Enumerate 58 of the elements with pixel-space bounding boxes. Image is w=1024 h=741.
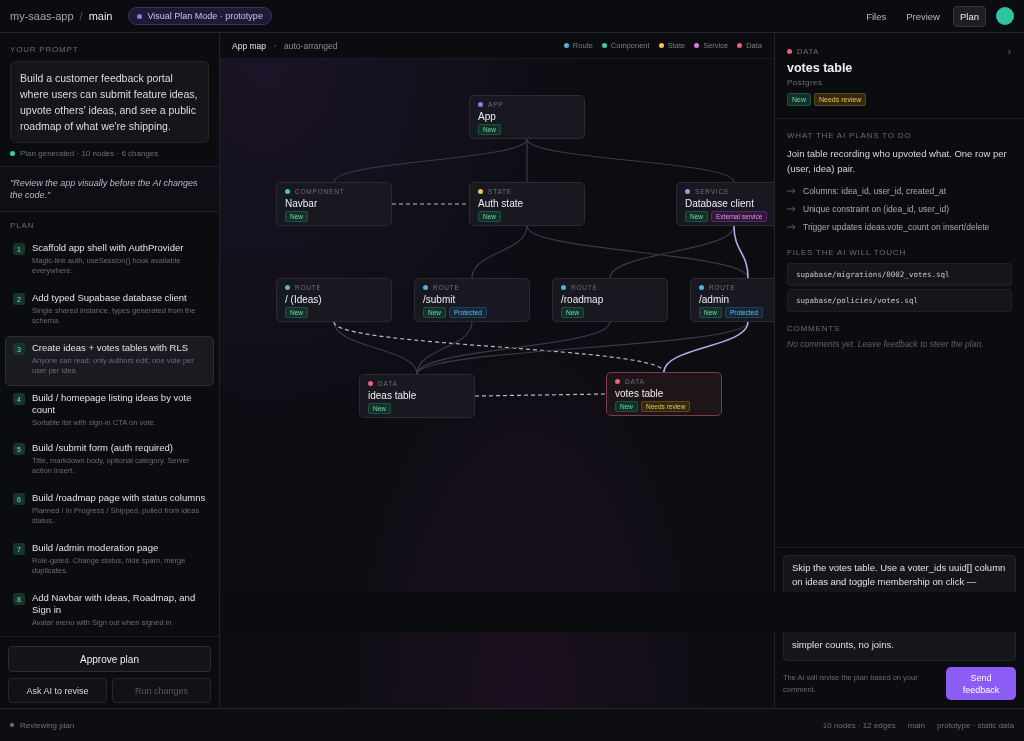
plan-step: Unique constraint on (idea_id, user_id)	[803, 204, 949, 214]
node-title: Navbar	[285, 198, 319, 209]
plan-status: Plan generated · 10 nodes · 6 changes	[20, 149, 159, 158]
step-title: Build /roadmap page with status columns	[32, 492, 206, 504]
node-title: /roadmap	[561, 294, 605, 305]
section-heading: COMMENTS	[787, 324, 842, 333]
section-heading: WHAT THE AI PLANS TO DO	[787, 131, 913, 140]
branch-name[interactable]: main	[88, 10, 113, 22]
step-title: Build /submit form (auth required)	[32, 442, 174, 454]
node-title: votes table	[615, 388, 665, 399]
node-title: Database client	[685, 198, 755, 209]
arrow-icon	[787, 206, 796, 212]
status-dot	[10, 151, 15, 156]
map-subtitle: auto-arranged	[284, 40, 338, 51]
node-title: /submit	[423, 294, 457, 305]
quote-text: "Review the app visually before the AI changes the code."	[0, 166, 219, 212]
plan-description: Join table recording who upvoted what. One row per (user, idea) pair.	[787, 147, 1008, 176]
arrow-icon	[787, 188, 796, 194]
status-text: Reviewing plan	[20, 720, 75, 730]
step-title: Build / homepage listing ideas by vote count	[32, 392, 193, 416]
project-name[interactable]: my-saas-app	[10, 10, 74, 22]
node-title: App	[478, 111, 497, 122]
step-title: Add Navbar with Ideas, Roadmap, and Sign in	[32, 592, 197, 616]
send-button[interactable]: Send feedback	[946, 667, 1016, 700]
comment-field[interactable]: Skip the votes table. Use a voter_ids uuid[] column on ideas and toggle membership on click —	[783, 555, 1016, 592]
node-title: ideas table	[368, 390, 418, 401]
detail-title: votes table	[787, 61, 854, 75]
plan-step: Trigger updates ideas.vote_count on insert/delete	[803, 222, 990, 232]
approve-button[interactable]: Approve plan	[8, 646, 211, 672]
status-dot	[10, 723, 14, 727]
action-button[interactable]: Ask AI to revise	[8, 678, 107, 703]
mode-pill: Visual Plan Mode · prototype	[128, 7, 272, 25]
nav-tab[interactable]: Preview	[899, 5, 947, 27]
status-item: 10 nodes · 12 edges	[822, 720, 896, 730]
detail-subtitle: Postgres	[787, 78, 824, 87]
nav-tab[interactable]: Files	[859, 5, 894, 27]
comment-field[interactable]: simpler counts, no joins.	[783, 632, 1016, 661]
section-heading: PLAN	[9, 221, 36, 230]
node-title: / (Ideas)	[285, 294, 323, 305]
nav-tab[interactable]: Plan	[953, 5, 986, 27]
arrow-icon	[787, 224, 796, 230]
node-title: Auth state	[478, 198, 525, 209]
step-title: Build /admin moderation page	[32, 542, 160, 554]
step-title: Add typed Supabase database client	[32, 292, 188, 304]
empty-comments: No comments yet. Leave feedback to steer the plan.	[787, 339, 985, 349]
prompt-text: Build a customer feedback portal where users can submit feature ideas, upvote others' ideas, and see a public roadmap of what we're shipping.	[10, 61, 209, 143]
avatar[interactable]	[996, 7, 1014, 25]
node-title: /admin	[699, 294, 730, 305]
step-title: Create ideas + votes tables with RLS	[32, 342, 190, 354]
section-heading: YOUR PROMPT	[10, 45, 80, 54]
section-heading: FILES THE AI WILL TOUCH	[787, 248, 908, 257]
map-title: App map	[232, 40, 267, 51]
status-item: main	[907, 720, 926, 730]
plan-step: Columns: idea_id, user_id, created_at	[803, 186, 947, 196]
breadcrumb-separator: /	[79, 10, 83, 22]
status-item: prototype · static data	[937, 720, 1014, 730]
collapse-toggle[interactable]: ›	[1007, 45, 1012, 57]
step-title: Scaffold app shell with AuthProvider	[32, 242, 185, 254]
